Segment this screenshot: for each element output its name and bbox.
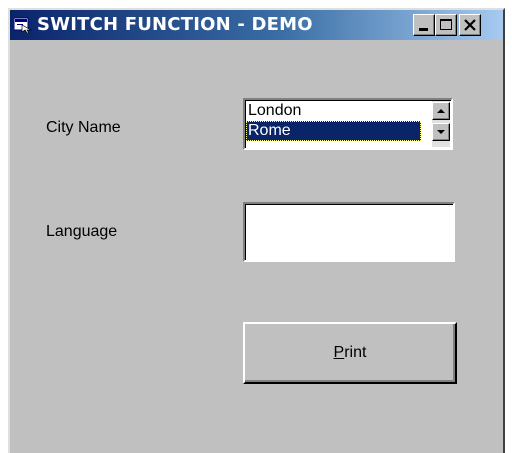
city-name-label: City Name [46, 119, 121, 136]
print-access-key: P [333, 344, 345, 361]
arrow-down-icon [437, 130, 445, 134]
form-icon[interactable] [13, 17, 33, 34]
language-textbox[interactable] [243, 202, 455, 262]
minimize-icon [419, 28, 428, 31]
list-item-rome[interactable]: Rome [246, 121, 421, 141]
window-title: SWITCH FUNCTION - DEMO [37, 14, 313, 35]
scroll-down-button[interactable] [432, 123, 450, 141]
minimize-button[interactable] [413, 14, 435, 36]
language-label: Language [46, 223, 118, 240]
title-bar[interactable]: SWITCH FUNCTION - DEMO [10, 10, 503, 40]
maximize-button[interactable] [435, 14, 457, 36]
print-button[interactable]: Print [243, 322, 457, 384]
scroll-up-button[interactable] [432, 102, 450, 120]
print-label-rest: rint [344, 344, 367, 361]
close-icon [464, 19, 476, 31]
maximize-icon [440, 19, 452, 30]
close-button[interactable] [459, 14, 481, 36]
list-item-london[interactable]: London [246, 101, 421, 121]
app-window: SWITCH FUNCTION - DEMO City Name London … [8, 8, 505, 453]
arrow-up-icon [437, 109, 445, 113]
listbox-scrollbar[interactable] [432, 101, 450, 147]
city-listbox[interactable]: London Rome [243, 98, 453, 150]
city-list: London Rome [246, 101, 421, 141]
